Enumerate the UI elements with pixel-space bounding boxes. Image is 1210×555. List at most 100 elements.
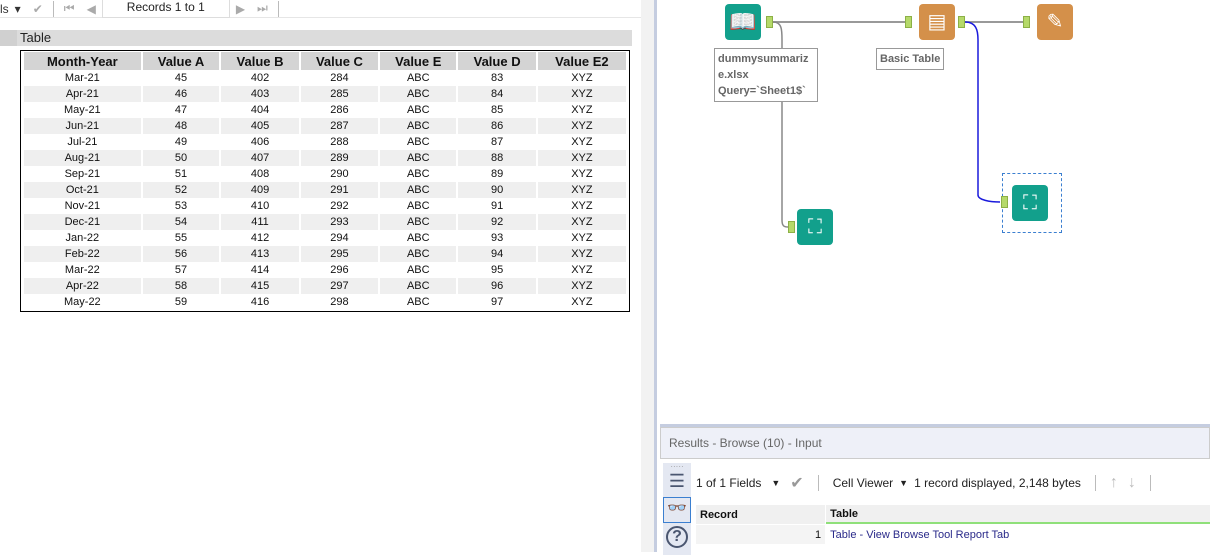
fields-dropdown[interactable]: ls bbox=[0, 2, 9, 16]
table-cell: 88 bbox=[458, 150, 536, 166]
dropdown-arrow-icon[interactable]: ▼ bbox=[771, 478, 780, 488]
table-cell: Feb-22 bbox=[24, 246, 141, 262]
table-cell: 92 bbox=[458, 214, 536, 230]
cell-value[interactable]: Table - View Browse Tool Report Tab bbox=[826, 525, 1210, 544]
table-row: Oct-21 52 409 291 ABC 90 XYZ bbox=[24, 182, 626, 198]
report-section-title: Table bbox=[0, 30, 632, 46]
record-number: 1 bbox=[696, 525, 826, 544]
browse-tool-selected[interactable]: ⛶ bbox=[1012, 185, 1048, 221]
input-anchor[interactable] bbox=[1023, 16, 1030, 28]
table-cell: 95 bbox=[490, 264, 504, 276]
table-cell: XYZ bbox=[537, 118, 626, 134]
table-cell: ABC bbox=[406, 104, 430, 116]
table-row[interactable]: 1 Table - View Browse Tool Report Tab bbox=[696, 525, 1210, 544]
table-cell: Jan-22 bbox=[65, 232, 100, 244]
table-row: Sep-21 51 408 290 ABC 89 XYZ bbox=[24, 166, 626, 182]
table-cell: 298 bbox=[330, 296, 349, 308]
separator bbox=[52, 0, 54, 17]
column-header: Value A bbox=[142, 52, 220, 70]
input-data-tool[interactable]: 📖 bbox=[725, 4, 761, 40]
table-cell: 416 bbox=[250, 296, 270, 308]
table-cell: 87 bbox=[490, 136, 504, 148]
report-table-container: Month-Year Value A Value B Value C Value E Va… bbox=[20, 50, 630, 312]
table-cell: 93 bbox=[490, 232, 504, 244]
table-cell: ABC bbox=[380, 182, 457, 198]
table-cell: XYZ bbox=[571, 264, 593, 276]
last-record-icon[interactable]: ⏭ bbox=[251, 1, 274, 16]
table-cell: 96 bbox=[458, 278, 536, 294]
binoculars-icon[interactable]: 👓 bbox=[663, 497, 691, 523]
grip-icon[interactable]: ····· bbox=[663, 463, 691, 471]
input-anchor[interactable] bbox=[905, 16, 912, 28]
table-cell: 292 bbox=[330, 200, 349, 212]
input-tool-label: dummysummariz e.xlsx Query=`Sheet1$` bbox=[714, 48, 818, 102]
table-cell: XYZ bbox=[571, 136, 593, 148]
fields-dropdown[interactable]: 1 of 1 Fields bbox=[696, 476, 761, 490]
table-row: Nov-21 53 410 292 ABC 91 XYZ bbox=[24, 198, 626, 214]
dropdown-arrow-icon[interactable]: ▼ bbox=[899, 478, 908, 488]
table-cell: 55 bbox=[174, 232, 188, 244]
table-row: May-22 59 416 298 ABC 97 XYZ bbox=[24, 294, 626, 310]
table-cell: ABC bbox=[380, 86, 457, 102]
basic-table-label: Basic Table bbox=[876, 48, 945, 70]
basic-table-tool[interactable]: ▤ bbox=[919, 4, 955, 40]
table-cell: XYZ bbox=[571, 168, 593, 180]
column-header-table[interactable]: Table bbox=[826, 505, 1210, 524]
table-cell: ABC bbox=[380, 118, 457, 134]
report-table: Month-Year Value A Value B Value C Value E Va… bbox=[22, 52, 628, 310]
cell-viewer-dropdown[interactable]: Cell Viewer bbox=[833, 476, 893, 490]
output-anchor[interactable] bbox=[958, 16, 965, 28]
output-anchor[interactable] bbox=[766, 16, 773, 28]
table-cell: Sep-21 bbox=[64, 168, 101, 180]
table-cell: 407 bbox=[221, 150, 299, 166]
table-cell: 297 bbox=[300, 278, 379, 294]
arrow-down-icon[interactable]: ↓ bbox=[1128, 474, 1136, 492]
table-cell: Mar-21 bbox=[64, 72, 100, 84]
table-row: Aug-21 50 407 289 ABC 88 XYZ bbox=[24, 150, 626, 166]
table-cell: 89 bbox=[490, 168, 504, 180]
table-cell: 97 bbox=[490, 296, 504, 308]
table-cell: 286 bbox=[330, 104, 349, 116]
dropdown-arrow-icon[interactable]: ▾ bbox=[9, 2, 27, 16]
table-cell: 48 bbox=[142, 118, 220, 134]
table-cell: XYZ bbox=[571, 200, 593, 212]
first-record-icon[interactable]: ⏮ bbox=[58, 1, 81, 16]
table-row: Mar-21 45 402 284 ABC 83 XYZ bbox=[24, 70, 626, 86]
results-header: Results - Browse (10) - Input bbox=[660, 427, 1210, 459]
table-cell: ABC bbox=[380, 246, 457, 262]
table-cell: May-22 bbox=[64, 296, 101, 308]
table-cell: 296 bbox=[330, 264, 349, 276]
table-cell: 289 bbox=[300, 150, 379, 166]
checkmark-icon[interactable]: ✔ bbox=[27, 2, 49, 16]
next-record-icon[interactable]: ▶ bbox=[230, 2, 251, 16]
input-anchor[interactable] bbox=[1001, 196, 1008, 208]
workflow-canvas[interactable]: 📖 dummysummariz e.xlsx Query=`Sheet1$` ▤ B… bbox=[660, 0, 1210, 424]
column-header-record[interactable]: Record bbox=[696, 505, 826, 524]
column-header: Value B bbox=[221, 52, 299, 70]
table-cell: ABC bbox=[406, 264, 430, 276]
table-cell: XYZ bbox=[537, 86, 626, 102]
table-cell: 413 bbox=[221, 246, 299, 262]
arrow-up-icon[interactable]: ↑ bbox=[1110, 474, 1118, 492]
table-cell: Apr-22 bbox=[24, 278, 141, 294]
input-anchor[interactable] bbox=[788, 221, 795, 233]
table-cell: Apr-21 bbox=[24, 86, 141, 102]
previous-record-icon[interactable]: ◀ bbox=[81, 2, 102, 16]
table-cell: ABC bbox=[380, 150, 457, 166]
table-cell: 409 bbox=[221, 182, 299, 198]
browse-tool[interactable]: ⛶ bbox=[797, 209, 833, 245]
render-tool[interactable]: ✎ bbox=[1037, 4, 1073, 40]
pane-splitter[interactable] bbox=[641, 0, 657, 552]
column-header: Month-Year bbox=[24, 52, 141, 70]
column-header: Value D bbox=[458, 52, 536, 70]
help-icon[interactable]: ? bbox=[666, 526, 688, 548]
table-cell: 414 bbox=[250, 264, 270, 276]
table-cell: 410 bbox=[250, 200, 270, 212]
separator bbox=[1094, 475, 1096, 491]
checkmark-icon[interactable]: ✔ bbox=[790, 473, 803, 493]
table-cell: Aug-21 bbox=[24, 150, 141, 166]
metadata-icon[interactable]: ☰ bbox=[663, 471, 691, 497]
table-cell: XYZ bbox=[571, 296, 593, 308]
table-cell: 59 bbox=[174, 296, 188, 308]
column-header: Value C bbox=[300, 52, 379, 70]
